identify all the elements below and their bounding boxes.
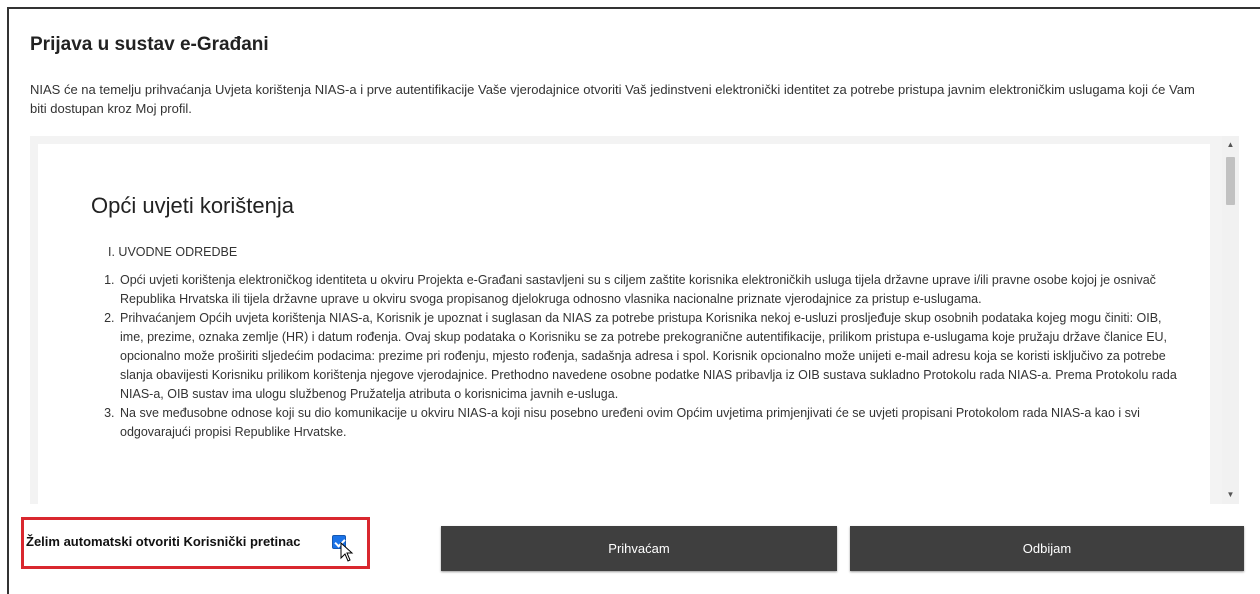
terms-container: Opći uvjeti korištenja I. UVODNE ODREDBE… bbox=[30, 136, 1239, 504]
list-item: Prihvaćanjem Općih uvjeta korištenja NIA… bbox=[118, 309, 1180, 404]
scroll-down-icon[interactable]: ▼ bbox=[1222, 488, 1239, 502]
scroll-up-icon[interactable]: ▲ bbox=[1222, 138, 1239, 152]
terms-heading: Opći uvjeti korištenja bbox=[91, 193, 294, 218]
reject-button[interactable]: Odbijam bbox=[850, 526, 1244, 571]
terms-list: Opći uvjeti korištenja elektroničkog ide… bbox=[95, 271, 1180, 442]
terms-scroll-area[interactable]: Opći uvjeti korištenja I. UVODNE ODREDBE… bbox=[38, 144, 1210, 504]
consent-label: Želim automatski otvoriti Korisnički pre… bbox=[26, 534, 301, 549]
scrollbar-thumb[interactable] bbox=[1226, 157, 1235, 205]
list-item: Na sve međusobne odnose koji su dio komu… bbox=[118, 404, 1180, 442]
mouse-cursor-icon bbox=[340, 542, 354, 562]
page-title: Prijava u sustav e-Građani bbox=[30, 34, 269, 55]
list-item: Opći uvjeti korištenja elektroničkog ide… bbox=[118, 271, 1180, 309]
accept-button[interactable]: Prihvaćam bbox=[441, 526, 837, 571]
vertical-scrollbar[interactable]: ▲ ▼ bbox=[1222, 136, 1239, 504]
intro-text: NIAS će na temelju prihvaćanja Uvjeta ko… bbox=[30, 82, 1195, 116]
section-title: I. UVODNE ODREDBE bbox=[108, 245, 238, 259]
main-panel: Prijava u sustav e-Građani NIAS će na te… bbox=[7, 7, 1260, 594]
consent-highlight: Želim automatski otvoriti Korisnički pre… bbox=[21, 517, 370, 569]
